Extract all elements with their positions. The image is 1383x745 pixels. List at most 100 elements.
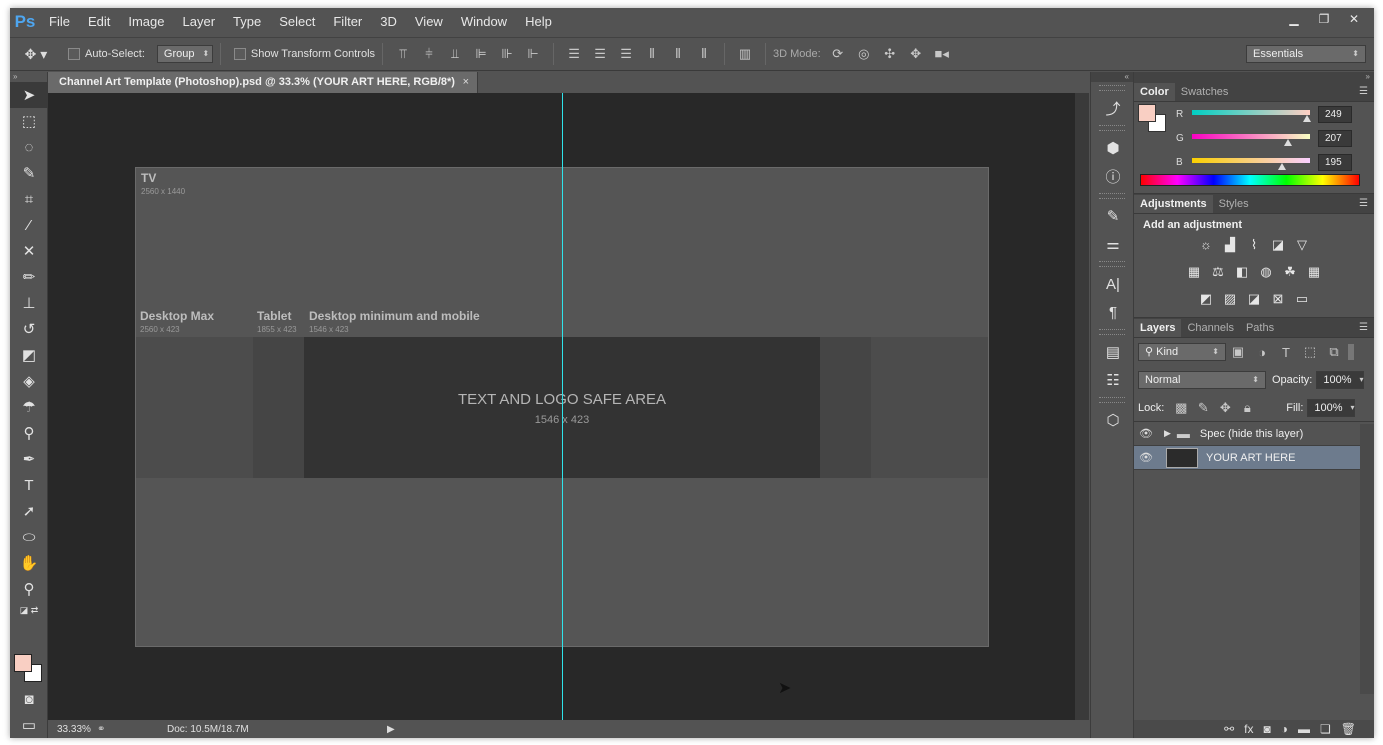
auto-select-dropdown[interactable]: Group ⬍ — [156, 45, 213, 63]
zoom-level[interactable]: 33.33% — [57, 724, 97, 735]
3d-drag-icon[interactable]: ✣ — [877, 44, 903, 64]
color-lookup-icon[interactable]: ▦ — [1305, 263, 1323, 281]
brush-presets-icon[interactable]: ✎ — [1091, 202, 1135, 230]
vertical-guide[interactable] — [562, 93, 563, 720]
screen-mode-icon[interactable]: ▭ — [10, 712, 48, 738]
move-tool-preset-icon[interactable]: ✥ ▾ — [10, 41, 62, 67]
g-value[interactable]: 207 — [1318, 130, 1352, 147]
exposure-icon[interactable]: ◪ — [1269, 236, 1287, 254]
3d-roll-icon[interactable]: ◎ — [851, 44, 877, 64]
align-vcenter-icon[interactable]: ⫩ — [416, 44, 442, 64]
panel-menu-icon[interactable]: ☰ — [1359, 322, 1368, 333]
path-selection-tool-icon[interactable]: ➚ — [10, 498, 48, 524]
eraser-tool-icon[interactable]: ◩ — [10, 342, 48, 368]
auto-align-icon[interactable]: ▥ — [732, 44, 758, 64]
collapse-dock-icon[interactable]: « — [1091, 72, 1133, 82]
link-layers-icon[interactable]: ⚯ — [1224, 722, 1234, 736]
menu-help[interactable]: Help — [516, 8, 561, 36]
type-tool-icon[interactable]: T — [10, 472, 48, 498]
posterize-icon[interactable]: ▨ — [1221, 290, 1239, 308]
clone-stamp-tool-icon[interactable]: ⊥ — [10, 290, 48, 316]
menu-3d[interactable]: 3D — [371, 8, 406, 36]
distribute-right-icon[interactable]: ⦀ — [691, 44, 717, 64]
distribute-hcenter-icon[interactable]: ⦀ — [665, 44, 691, 64]
lock-position-icon[interactable]: ✥ — [1214, 398, 1236, 418]
visibility-eye-icon[interactable]: 👁︎ — [1134, 427, 1158, 440]
move-tool-icon[interactable]: ➤ — [10, 82, 48, 108]
invert-icon[interactable]: ◩ — [1197, 290, 1215, 308]
tab-swatches[interactable]: Swatches — [1175, 83, 1235, 101]
menu-window[interactable]: Window — [452, 8, 516, 36]
3d-rotate-icon[interactable]: ⟳ — [825, 44, 851, 64]
notes-panel-icon[interactable]: ▤ — [1091, 338, 1135, 366]
zoom-tool-icon[interactable]: ⚲ — [10, 576, 48, 602]
close-button[interactable]: ✕ — [1340, 10, 1368, 28]
auto-select-checkbox[interactable] — [68, 48, 80, 60]
distribute-vcenter-icon[interactable]: ☰ — [587, 44, 613, 64]
transform-controls-checkbox[interactable] — [233, 48, 246, 60]
layers-scrollbar[interactable] — [1360, 424, 1374, 694]
r-thumb[interactable] — [1303, 115, 1312, 122]
blur-tool-icon[interactable]: ☂ — [10, 394, 48, 420]
quick-selection-tool-icon[interactable]: ✎ — [10, 160, 48, 186]
lock-pixels-icon[interactable]: ✎ — [1192, 398, 1214, 418]
swap-colors-icon[interactable]: ◪ ⇄ — [10, 602, 48, 618]
foreground-color-swatch[interactable] — [14, 654, 32, 672]
workspace-dropdown[interactable]: Essentials ⬍ — [1246, 45, 1366, 63]
menu-select[interactable]: Select — [270, 8, 324, 36]
filter-pixel-icon[interactable]: ▣ — [1226, 342, 1250, 362]
add-mask-icon[interactable]: ◙ — [1264, 722, 1271, 736]
menu-image[interactable]: Image — [119, 8, 173, 36]
channel-mixer-icon[interactable]: ☘ — [1281, 263, 1299, 281]
status-menu-arrow-icon[interactable]: ▶ — [387, 724, 395, 735]
threshold-icon[interactable]: ◪ — [1245, 290, 1263, 308]
canvas-area[interactable]: TV 2560 x 1440 Desktop Max 2560 x 423 Ta… — [48, 93, 1089, 720]
b-track[interactable] — [1192, 158, 1310, 163]
menu-layer[interactable]: Layer — [174, 8, 225, 36]
3d-panel-icon[interactable]: ⬢ — [1091, 134, 1135, 162]
align-bottom-icon[interactable]: ⫫ — [442, 44, 468, 64]
filter-shape-icon[interactable]: ⬚ — [1298, 342, 1322, 362]
paint-bucket-tool-icon[interactable]: ◈ — [10, 368, 48, 394]
tab-channels[interactable]: Channels — [1181, 319, 1239, 337]
menu-filter[interactable]: Filter — [324, 8, 371, 36]
blend-mode-dropdown[interactable]: Normal ⬍ — [1138, 371, 1266, 389]
panel-menu-icon[interactable]: ☰ — [1359, 198, 1368, 209]
black-white-icon[interactable]: ◧ — [1233, 263, 1251, 281]
panel-menu-icon[interactable]: ☰ — [1359, 86, 1368, 97]
selective-color-icon[interactable]: ⊠ — [1269, 290, 1287, 308]
3d-materials-icon[interactable]: ⬡ — [1091, 406, 1135, 434]
healing-brush-tool-icon[interactable]: ✕ — [10, 238, 48, 264]
document-tab[interactable]: Channel Art Template (Photoshop).psd @ 3… — [48, 72, 478, 93]
marquee-tool-icon[interactable]: ⬚ — [10, 108, 48, 134]
tab-adjustments[interactable]: Adjustments — [1134, 195, 1213, 213]
expand-panels-icon[interactable]: » — [1134, 72, 1374, 82]
quick-mask-icon[interactable]: ◙ — [10, 686, 48, 712]
visibility-eye-icon[interactable]: 👁︎ — [1134, 451, 1158, 464]
g-track[interactable] — [1192, 134, 1310, 139]
slider-b[interactable]: B 195 — [1134, 152, 1374, 176]
b-value[interactable]: 195 — [1318, 154, 1352, 171]
lock-all-icon[interactable]: 🔒︎ — [1236, 398, 1258, 418]
new-group-icon[interactable]: ▬ — [1298, 722, 1310, 736]
properties-panel-icon[interactable]: ⚌ — [1091, 230, 1135, 258]
align-top-icon[interactable]: ⫪ — [390, 44, 416, 64]
3d-slide-icon[interactable]: ✥ — [903, 44, 929, 64]
lock-transparency-icon[interactable]: ▩ — [1170, 398, 1192, 418]
dodge-tool-icon[interactable]: ⚲ — [10, 420, 48, 446]
r-track[interactable] — [1192, 110, 1310, 115]
tab-color[interactable]: Color — [1134, 83, 1175, 101]
history-brush-tool-icon[interactable]: ↺ — [10, 316, 48, 342]
curves-icon[interactable]: ⌇ — [1245, 236, 1263, 254]
color-spectrum-bar[interactable] — [1140, 174, 1360, 186]
tab-styles[interactable]: Styles — [1213, 195, 1255, 213]
layer-filter-dropdown[interactable]: ⚲ Kind ⬍ — [1138, 343, 1226, 361]
expand-group-icon[interactable]: ▶ — [1164, 428, 1171, 439]
slider-r[interactable]: R 249 — [1134, 104, 1374, 128]
tab-paths[interactable]: Paths — [1240, 319, 1280, 337]
filter-type-icon[interactable]: T — [1274, 342, 1298, 362]
menu-file[interactable]: File — [40, 8, 79, 36]
vertical-scrollbar[interactable] — [1075, 93, 1089, 720]
menu-type[interactable]: Type — [224, 8, 270, 36]
minimize-button[interactable]: ▁ — [1280, 10, 1308, 28]
